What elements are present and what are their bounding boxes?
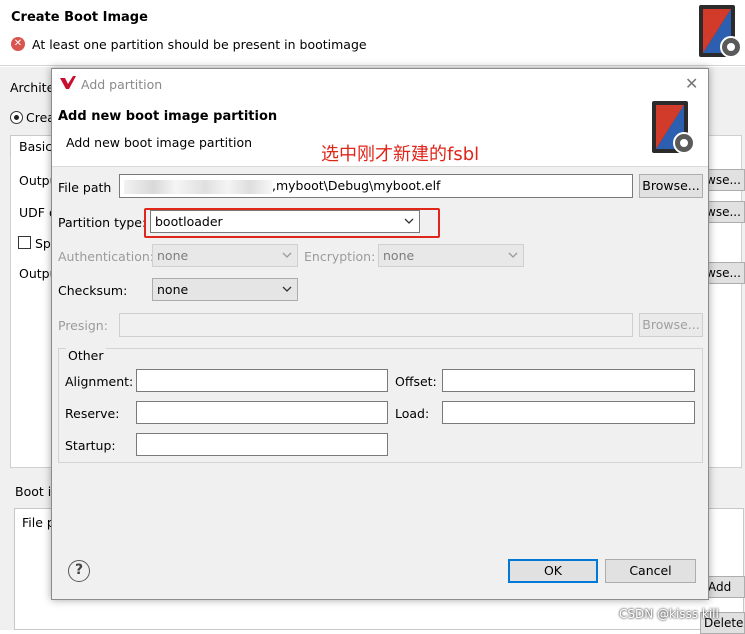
create-radio[interactable] — [10, 111, 23, 124]
redacted-path-blur — [124, 179, 272, 194]
checksum-label: Checksum: — [58, 283, 128, 298]
ok-button[interactable]: OK — [508, 559, 598, 583]
presign-label: Presign: — [58, 318, 108, 333]
xilinx-logo-icon — [60, 76, 76, 89]
csdn-watermark: CSDN @kisss kill — [619, 607, 719, 621]
split-checkbox[interactable] — [18, 236, 31, 249]
wizard-title: Create Boot Image — [11, 10, 148, 25]
encryption-label: Encryption: — [304, 249, 376, 264]
dialog-header-title: Add new boot image partition — [58, 109, 278, 124]
boot-image-label: Boot i — [15, 484, 52, 499]
browse-button-3[interactable]: wse... — [705, 262, 745, 284]
startup-label: Startup: — [65, 438, 116, 453]
tab-basic[interactable]: Basic — [10, 135, 56, 157]
reserve-input[interactable] — [136, 401, 388, 424]
dialog-window-title: Add partition — [81, 77, 163, 92]
alignment-label: Alignment: — [65, 374, 134, 389]
presign-input[interactable] — [119, 313, 633, 337]
file-path-input[interactable]: ,myboot\Debug\myboot.elf — [119, 174, 633, 198]
error-icon: ✕ — [11, 37, 25, 51]
help-icon[interactable]: ? — [68, 560, 90, 582]
checksum-select[interactable]: none — [152, 278, 298, 301]
chevron-down-icon — [282, 286, 292, 292]
annotation-highlight-box — [144, 208, 440, 238]
chevron-down-icon — [282, 252, 292, 258]
presign-browse-button[interactable]: Browse... — [639, 313, 703, 337]
chevron-down-icon — [508, 252, 518, 258]
close-icon[interactable]: ✕ — [685, 74, 698, 93]
browse-button-2[interactable]: wse... — [705, 201, 745, 223]
add-partition-dialog: Add partition ✕ Add new boot image parti… — [51, 68, 709, 600]
encryption-select[interactable]: none — [378, 244, 524, 267]
startup-input[interactable] — [136, 433, 388, 456]
add-button[interactable]: Add — [703, 576, 745, 598]
load-label: Load: — [395, 406, 430, 421]
offset-input[interactable] — [442, 369, 695, 392]
red-annotation: 选中刚才新建的fsbl — [321, 144, 480, 165]
offset-label: Offset: — [395, 374, 437, 389]
file-path-label: File path — [58, 180, 112, 195]
partition-type-label: Partition type: — [58, 215, 147, 230]
reserve-label: Reserve: — [65, 406, 120, 421]
alignment-input[interactable] — [136, 369, 388, 392]
file-path-column-header: File p — [22, 515, 55, 530]
boot-image-gear-icon — [699, 5, 742, 58]
browse-button[interactable]: Browse... — [639, 174, 703, 198]
load-input[interactable] — [442, 401, 695, 424]
boot-image-gear-icon — [652, 101, 695, 154]
other-group-title: Other — [66, 348, 106, 363]
cancel-button[interactable]: Cancel — [605, 559, 696, 583]
browse-button-1[interactable]: wse... — [705, 169, 745, 191]
dialog-header-subtitle: Add new boot image partition — [66, 135, 253, 150]
authentication-label: Authentication: — [58, 249, 154, 264]
wizard-error-message: At least one partition should be present… — [32, 37, 367, 52]
authentication-select[interactable]: none — [152, 244, 298, 267]
